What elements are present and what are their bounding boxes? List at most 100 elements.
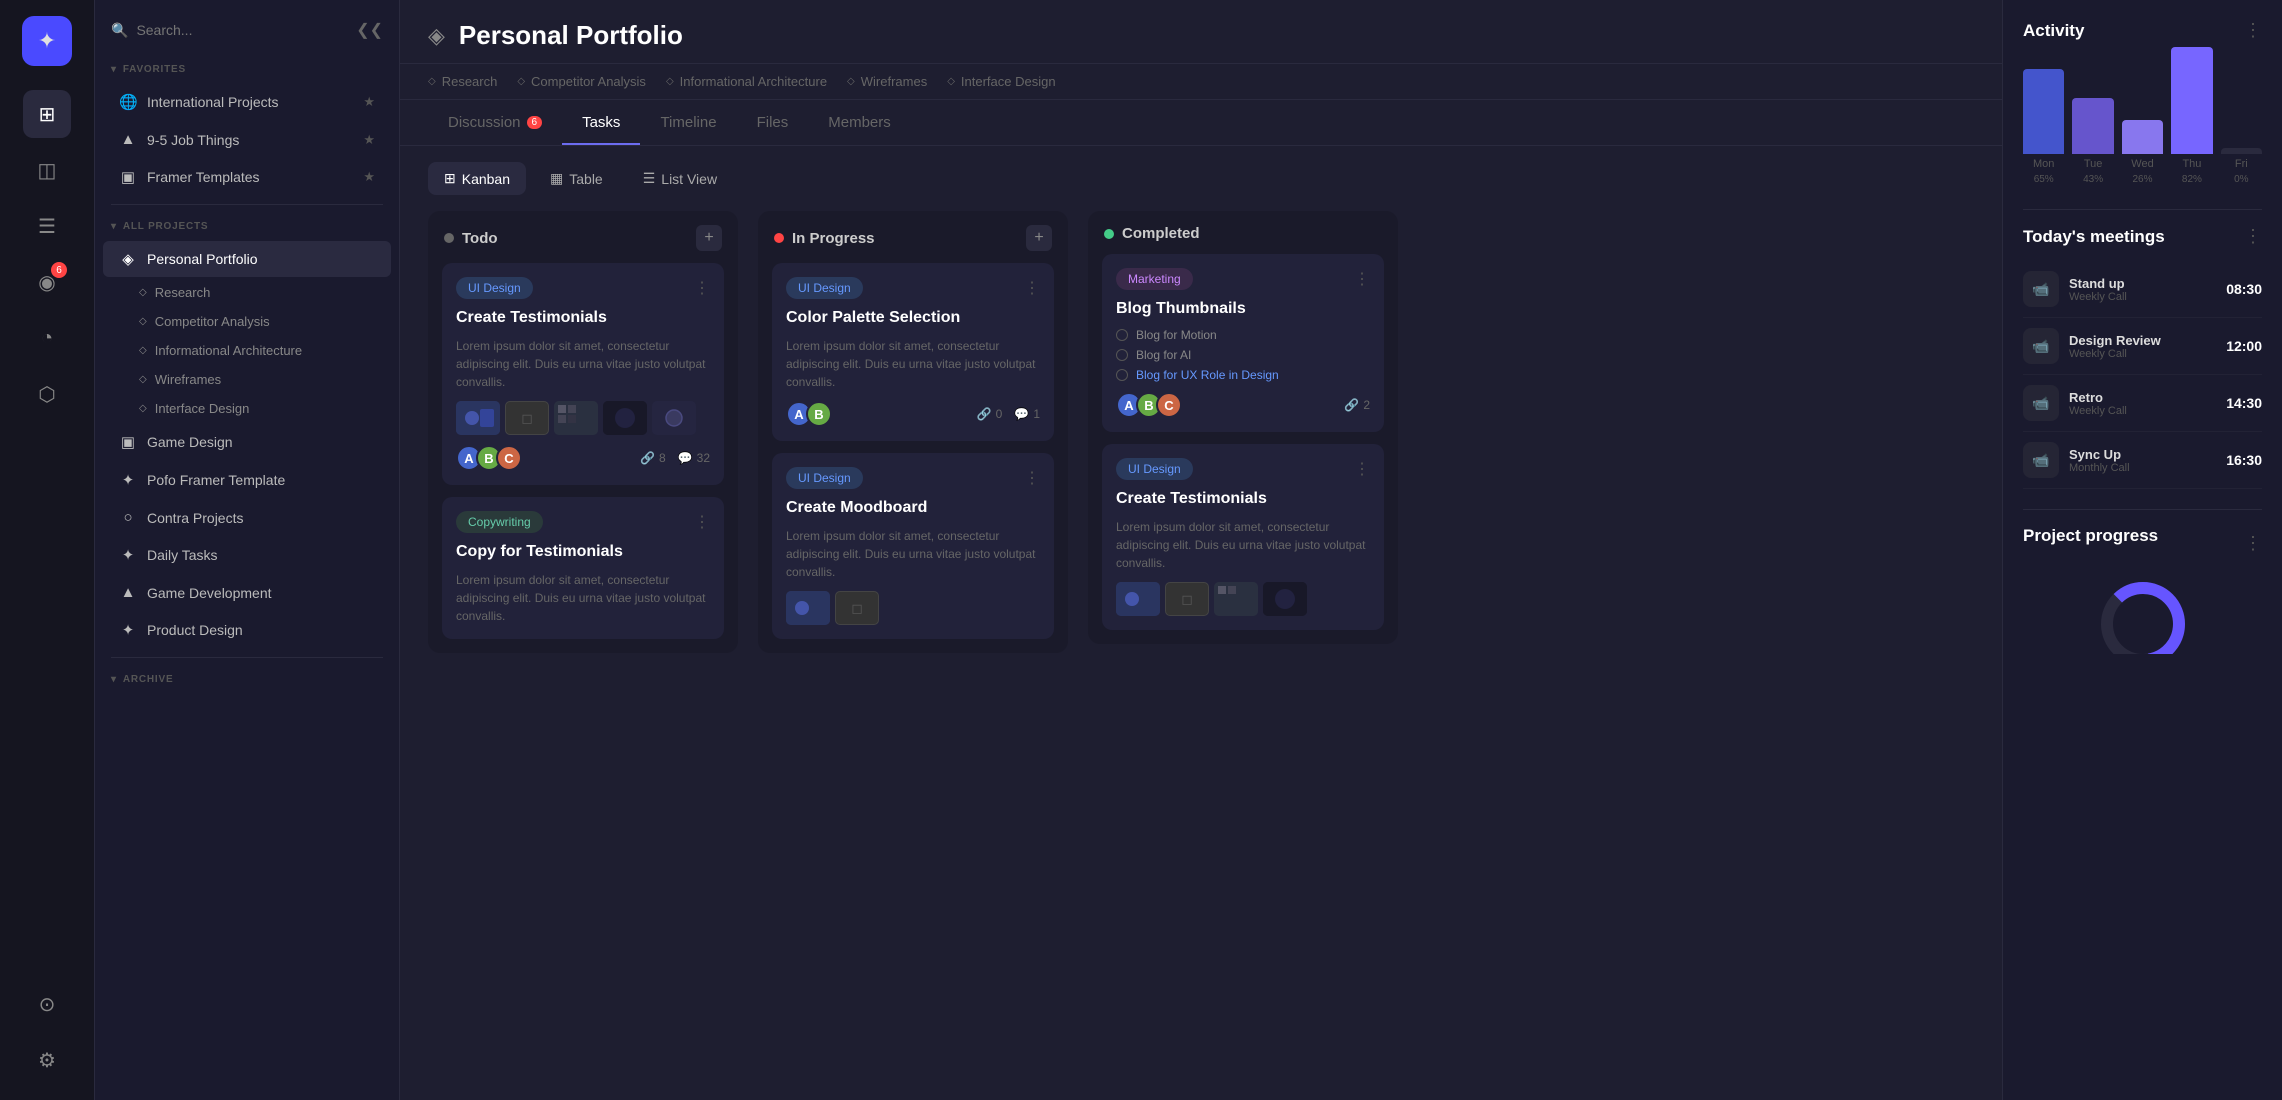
link-icon: 🔗 bbox=[977, 407, 992, 421]
nav-icon-share[interactable]: ⬡ bbox=[23, 370, 71, 418]
todo-add-button[interactable]: + bbox=[696, 225, 722, 251]
card-menu-icon[interactable]: ⋮ bbox=[1354, 459, 1370, 479]
todo-items: Blog for Motion Blog for AI Blog for UX … bbox=[1116, 328, 1370, 382]
avatar: B bbox=[806, 401, 832, 427]
meeting-subtitle: Weekly Call bbox=[2069, 348, 2216, 360]
sidebar-item-game-dev[interactable]: ▲ Game Development bbox=[103, 575, 391, 610]
tab-members[interactable]: Members bbox=[808, 100, 911, 145]
links-stat: 🔗 8 bbox=[640, 451, 666, 465]
list-view-button[interactable]: ☰ List View bbox=[627, 162, 733, 195]
comments-stat: 💬 32 bbox=[678, 451, 710, 465]
inprogress-add-button[interactable]: + bbox=[1026, 225, 1052, 251]
sidebar-item-game-design[interactable]: ▣ Game Design bbox=[103, 424, 391, 460]
card-title: Color Palette Selection bbox=[786, 309, 1040, 327]
sidebar-item-job-things[interactable]: ▲ 9-5 Job Things ★ bbox=[103, 122, 391, 157]
image-thumb bbox=[603, 401, 647, 435]
completed-title: Completed bbox=[1104, 225, 1200, 242]
breadcrumb-informational-architecture[interactable]: ◇ Informational Architecture bbox=[666, 74, 827, 99]
sidebar-subitem-competitor-analysis[interactable]: ◇ Competitor Analysis bbox=[95, 307, 399, 336]
table-view-button[interactable]: ▦ Table bbox=[534, 162, 619, 195]
todo-title: Todo bbox=[444, 230, 498, 247]
table-icon: ▦ bbox=[550, 170, 563, 187]
meetings-section: Today's meetings ⋮ 📹 Stand up Weekly Cal… bbox=[2003, 226, 2282, 509]
sidebar-subitem-interface-design[interactable]: ◇ Interface Design bbox=[95, 394, 399, 423]
sidebar-item-daily-tasks[interactable]: ✦ Daily Tasks bbox=[103, 537, 391, 573]
sidebar-item-framer[interactable]: ▣ Framer Templates ★ bbox=[103, 159, 391, 195]
nav-icon-calendar[interactable]: ◫ bbox=[23, 146, 71, 194]
tab-timeline[interactable]: Timeline bbox=[640, 100, 736, 145]
meetings-more-button[interactable]: ⋮ bbox=[2244, 226, 2262, 247]
todo-circle bbox=[1116, 369, 1128, 381]
progress-more-button[interactable]: ⋮ bbox=[2244, 533, 2262, 554]
activity-more-button[interactable]: ⋮ bbox=[2244, 20, 2262, 41]
tab-tasks[interactable]: Tasks bbox=[562, 100, 640, 145]
meeting-sync-up[interactable]: 📹 Sync Up Monthly Call 16:30 bbox=[2023, 432, 2262, 489]
tab-discussion[interactable]: Discussion 6 bbox=[428, 100, 562, 145]
card-tag: UI Design bbox=[786, 277, 863, 299]
card-menu-icon[interactable]: ⋮ bbox=[1024, 278, 1040, 298]
star-icon: ★ bbox=[363, 94, 375, 110]
meeting-time: 12:00 bbox=[2226, 338, 2262, 354]
todo-item: Blog for AI bbox=[1116, 348, 1370, 362]
card-blog-thumbnails: Marketing ⋮ Blog Thumbnails Blog for Mot… bbox=[1102, 254, 1384, 432]
card-create-moodboard: UI Design ⋮ Create Moodboard Lorem ipsum… bbox=[772, 453, 1054, 639]
nav-icon-list[interactable]: ☰ bbox=[23, 202, 71, 250]
card-menu-icon[interactable]: ⋮ bbox=[1354, 269, 1370, 289]
card-stats: 🔗 8 💬 32 bbox=[640, 451, 710, 465]
meeting-retro[interactable]: 📹 Retro Weekly Call 14:30 bbox=[2023, 375, 2262, 432]
breadcrumb-research[interactable]: ◇ Research bbox=[428, 74, 497, 99]
chart-bar-mon: Mon 65% bbox=[2023, 69, 2064, 185]
breadcrumb-interface-design[interactable]: ◇ Interface Design bbox=[947, 74, 1055, 99]
card-menu-icon[interactable]: ⋮ bbox=[694, 512, 710, 532]
sidebar-item-product-design[interactable]: ✦ Product Design bbox=[103, 612, 391, 648]
card-tag: UI Design bbox=[1116, 458, 1193, 480]
nav-icon-grid[interactable]: ⊞ bbox=[23, 90, 71, 138]
tab-files[interactable]: Files bbox=[737, 100, 809, 145]
nav-icon-settings[interactable]: ⚙ bbox=[23, 1036, 71, 1084]
nav-icon-clock[interactable]: ◔ bbox=[23, 314, 71, 362]
meetings-header: Today's meetings ⋮ bbox=[2023, 226, 2262, 247]
sidebar-item-international-projects[interactable]: 🌐 International Projects ★ bbox=[103, 84, 391, 120]
game-icon: ▣ bbox=[119, 433, 137, 451]
nav-icon-people[interactable]: ⊙ bbox=[23, 980, 71, 1028]
breadcrumb-tabs: ◇ Research ◇ Competitor Analysis ◇ Infor… bbox=[400, 64, 2002, 100]
breadcrumb-competitor-analysis[interactable]: ◇ Competitor Analysis bbox=[517, 74, 646, 99]
sidebar-subitem-informational-architecture[interactable]: ◇ Informational Architecture bbox=[95, 336, 399, 365]
sidebar-item-personal-portfolio[interactable]: ◈ Personal Portfolio bbox=[103, 241, 391, 277]
card-color-palette: UI Design ⋮ Color Palette Selection Lore… bbox=[772, 263, 1054, 441]
meeting-standup[interactable]: 📹 Stand up Weekly Call 08:30 bbox=[2023, 261, 2262, 318]
bar-fri bbox=[2221, 148, 2262, 154]
kanban-view-button[interactable]: ⊞ Kanban bbox=[428, 162, 526, 195]
card-header: UI Design ⋮ bbox=[786, 467, 1040, 489]
sidebar-subitem-wireframes[interactable]: ◇ Wireframes bbox=[95, 365, 399, 394]
meeting-design-review[interactable]: 📹 Design Review Weekly Call 12:00 bbox=[2023, 318, 2262, 375]
comment-icon: 💬 bbox=[1014, 407, 1029, 421]
diamond-icon: ◇ bbox=[847, 76, 855, 87]
card-menu-icon[interactable]: ⋮ bbox=[1024, 468, 1040, 488]
diamond-icon: ◇ bbox=[139, 316, 147, 327]
meeting-subtitle: Weekly Call bbox=[2069, 291, 2216, 303]
image-thumb bbox=[1116, 582, 1160, 616]
sidebar-collapse-button[interactable]: ❮❮ bbox=[356, 20, 383, 40]
sidebar-item-contra[interactable]: ○ Contra Projects bbox=[103, 500, 391, 535]
card-footer: A B C 🔗 8 💬 32 bbox=[456, 445, 710, 471]
nav-icon-projects[interactable]: ◉6 bbox=[23, 258, 71, 306]
search-input[interactable] bbox=[136, 22, 296, 38]
view-controls: ⊞ Kanban ▦ Table ☰ List View bbox=[400, 146, 2002, 211]
image-thumb: ◻ bbox=[505, 401, 549, 435]
card-avatars: A B bbox=[786, 401, 832, 427]
search-bar[interactable]: 🔍 ❮❮ bbox=[95, 12, 399, 56]
sidebar-item-pofo[interactable]: ✦ Pofo Framer Template bbox=[103, 462, 391, 498]
card-tag: Marketing bbox=[1116, 268, 1193, 290]
meeting-title: Stand up bbox=[2069, 276, 2216, 291]
card-stats: 🔗 2 bbox=[1344, 398, 1370, 412]
card-menu-icon[interactable]: ⋮ bbox=[694, 278, 710, 298]
todo-circle bbox=[1116, 329, 1128, 341]
chart-divider bbox=[2023, 209, 2262, 210]
comment-icon: 💬 bbox=[678, 451, 693, 465]
progress-section: Project progress ⋮ bbox=[2003, 526, 2282, 654]
sidebar-subitem-research[interactable]: ◇ Research bbox=[95, 278, 399, 307]
globe-icon: 🌐 bbox=[119, 93, 137, 111]
breadcrumb-wireframes[interactable]: ◇ Wireframes bbox=[847, 74, 927, 99]
project-icon: ◈ bbox=[428, 23, 445, 49]
